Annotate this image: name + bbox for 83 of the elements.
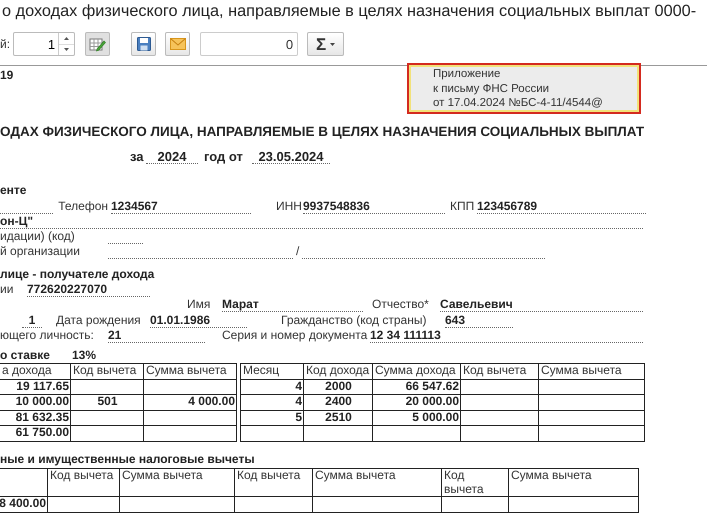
column-header: Сумма дохода	[372, 364, 460, 380]
field-value: 1234567	[111, 198, 251, 214]
year-field: 2024	[146, 149, 198, 164]
stamp-line: к письму ФНС России	[433, 82, 550, 96]
table-cell: 5 000.00	[372, 410, 460, 426]
table-cell: 10 000.00	[0, 394, 70, 410]
field-label: о ставке	[0, 348, 51, 364]
column-header: Код вычета	[442, 468, 508, 497]
column-header: Сумма вычета	[508, 468, 638, 497]
caret-icon	[330, 42, 336, 46]
table-cell: 66 547.62	[372, 379, 460, 395]
table-cell: 501	[70, 394, 144, 410]
table-pencil-icon	[89, 36, 106, 52]
field-value: 1	[22, 312, 42, 328]
organization-name: он-Ц"	[0, 214, 643, 229]
sum-button[interactable]: Σ	[307, 32, 344, 56]
column-header: Код вычета	[234, 468, 312, 497]
table-cell: 4	[240, 394, 304, 410]
column-header: Сумма вычета	[144, 364, 236, 380]
field-label: 13%	[72, 348, 96, 364]
column-header: Сумма вычета	[312, 468, 442, 497]
field-value: 643	[445, 312, 513, 328]
field-label: Серия и номер документа	[222, 328, 368, 343]
table-cell: 2510	[304, 410, 372, 426]
field-label: Гражданство (код страны)	[281, 312, 428, 328]
window-title: о доходах физического лица, направляемые в целях назначения социальных выплат 0000-	[1, 1, 696, 22]
up-arrow-icon[interactable]	[64, 36, 70, 40]
field-value: 123456789	[477, 198, 646, 214]
column-header: Код дохода	[304, 364, 372, 380]
field-label: идации) (код)	[0, 229, 76, 244]
field-label: ющего личность:	[0, 328, 95, 343]
date-field: 23.05.2024	[252, 149, 330, 164]
column-header: Код вычета	[70, 364, 144, 380]
table-cell: 8 400.00	[0, 496, 48, 512]
field-value: 21	[108, 328, 205, 343]
field-label: ии	[0, 282, 14, 298]
column-header: Код вычета	[48, 468, 120, 497]
column-header: а дохода	[0, 364, 70, 380]
down-arrow-icon[interactable]	[64, 48, 70, 52]
field-label: й:	[0, 36, 10, 52]
table-cell: 5	[240, 410, 304, 426]
field-label: й организации	[0, 244, 81, 260]
field-label: Имя	[187, 297, 212, 312]
field-label: /	[296, 244, 300, 260]
field-label: Дата рождения	[56, 312, 142, 328]
field-label: за	[130, 149, 145, 164]
table-cell: 81 632.35	[0, 410, 70, 426]
field-value: Савельевич	[440, 297, 643, 312]
table-cell: 2000	[304, 379, 372, 395]
copies-spinner[interactable]: 1	[13, 32, 76, 56]
column-header: Код вычета	[460, 364, 538, 380]
table-cell: 61 750.00	[0, 426, 70, 442]
table-cell: 20 000.00	[372, 394, 460, 410]
table-cell: 4	[240, 379, 304, 395]
table-cell: 2400	[304, 394, 372, 410]
field-value: 772620227070	[27, 282, 150, 298]
field-label: Отчество*	[372, 297, 430, 312]
column-header: Месяц	[240, 364, 304, 380]
column-header: Сумма вычета	[538, 364, 644, 380]
field-label: Телефон	[57, 198, 108, 214]
field-label: ные и имущественные налоговые вычеты	[0, 452, 255, 468]
field-label: енте	[0, 183, 26, 198]
stamp-line: Приложение	[433, 67, 502, 82]
table-cell: 19 117.65	[0, 379, 70, 395]
field-label: КПП	[450, 198, 476, 214]
form-heading: ОДАХ ФИЗИЧЕСКОГО ЛИЦА, НАПРАВЛЯЕМЫЕ В ЦЕЛЯХ НАЗНАЧЕНИЯ СОЦИАЛЬНЫХ ВЫПЛАТ	[0, 124, 644, 139]
sum-field[interactable]: 0	[200, 32, 298, 56]
copies-field[interactable]: 1	[14, 33, 58, 55]
field-label: лице - получателе дохода	[0, 266, 154, 282]
edit-table-button[interactable]	[85, 32, 110, 56]
save-button[interactable]	[131, 32, 156, 56]
field-value: 9937548836	[303, 198, 445, 214]
field-value: 12 34 111113	[370, 328, 643, 343]
stamp-line: от 17.04.2024 №БС-4-11/4544@	[433, 96, 604, 110]
field-value: 01.01.1986	[150, 312, 247, 328]
field-label: год от	[204, 149, 244, 164]
field-value: Марат	[222, 297, 363, 312]
envelope-icon	[170, 38, 186, 50]
mail-button[interactable]	[165, 32, 190, 56]
form-number: 19	[0, 67, 14, 83]
table-cell: 4 000.00	[144, 394, 236, 410]
column-header: Сумма вычета	[120, 468, 234, 497]
field-label: ИНН	[276, 198, 303, 214]
